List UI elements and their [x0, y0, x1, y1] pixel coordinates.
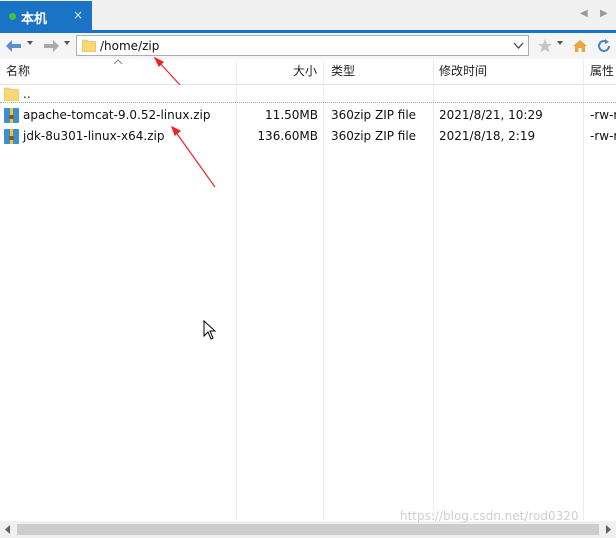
list-item-file[interactable]: jdk-8u301-linux-x64.zip 136.60MB 360zip … [0, 126, 616, 147]
tab-scroll-right-icon[interactable]: ▶ [600, 8, 608, 19]
address-dropdown-icon[interactable] [513, 40, 524, 51]
file-size: 11.50MB [265, 108, 318, 122]
file-attributes: -rw-r [590, 108, 616, 122]
tab-label: 本机 [21, 12, 48, 27]
file-name: apache-tomcat-9.0.52-linux.zip [23, 108, 211, 122]
tab-bar: 本机 × ◀ ▶ [0, 0, 616, 30]
bookmark-dropdown-icon[interactable] [557, 41, 563, 45]
address-path: /home/zip [100, 39, 160, 53]
scrollbar-thumb[interactable] [17, 524, 599, 535]
file-name: jdk-8u301-linux-x64.zip [23, 129, 165, 143]
file-modified: 2021/8/18, 2:19 [439, 129, 536, 143]
back-arrow-icon[interactable] [4, 36, 24, 56]
back-history-dropdown-icon[interactable] [27, 41, 33, 45]
file-type: 360zip ZIP file [331, 108, 417, 122]
address-bar[interactable]: /home/zip [76, 35, 529, 56]
focus-outline [0, 102, 616, 103]
file-size: 136.60MB [257, 129, 318, 143]
file-type: 360zip ZIP file [331, 129, 417, 143]
watermark-text: https://blog.csdn.net/rod0320 [400, 509, 579, 523]
navigation-toolbar: /home/zip [0, 33, 616, 59]
zip-file-icon [4, 108, 19, 123]
sort-ascending-icon [113, 59, 123, 65]
file-list-header: 名称 大小 类型 修改时间 属性 [0, 59, 616, 85]
mouse-cursor-icon [203, 320, 217, 340]
folder-icon [4, 87, 19, 101]
file-modified: 2021/8/21, 10:29 [439, 108, 543, 122]
horizontal-scrollbar[interactable] [0, 521, 616, 538]
scroll-right-icon[interactable] [605, 525, 611, 534]
column-header-name[interactable]: 名称 [6, 59, 30, 84]
forward-arrow-icon[interactable] [41, 36, 61, 56]
star-bookmark-icon[interactable] [537, 36, 553, 56]
file-attributes: -rw-r [590, 129, 616, 143]
forward-history-dropdown-icon[interactable] [64, 41, 70, 45]
column-header-type[interactable]: 类型 [331, 59, 355, 84]
folder-icon [82, 39, 96, 52]
scroll-left-icon[interactable] [5, 525, 11, 534]
home-icon[interactable] [572, 36, 588, 56]
tab-close-icon[interactable]: × [73, 8, 83, 22]
tab-local[interactable]: 本机 × [0, 1, 92, 30]
connection-status-dot [9, 13, 16, 20]
list-item-file[interactable]: apache-tomcat-9.0.52-linux.zip 11.50MB 3… [0, 105, 616, 126]
refresh-icon[interactable] [595, 36, 613, 56]
column-header-attributes[interactable]: 属性 [590, 59, 614, 84]
zip-file-icon [4, 129, 19, 144]
column-header-modified[interactable]: 修改时间 [439, 59, 487, 84]
tab-scroll-left-icon[interactable]: ◀ [580, 8, 588, 19]
column-header-size[interactable]: 大小 [293, 59, 317, 84]
